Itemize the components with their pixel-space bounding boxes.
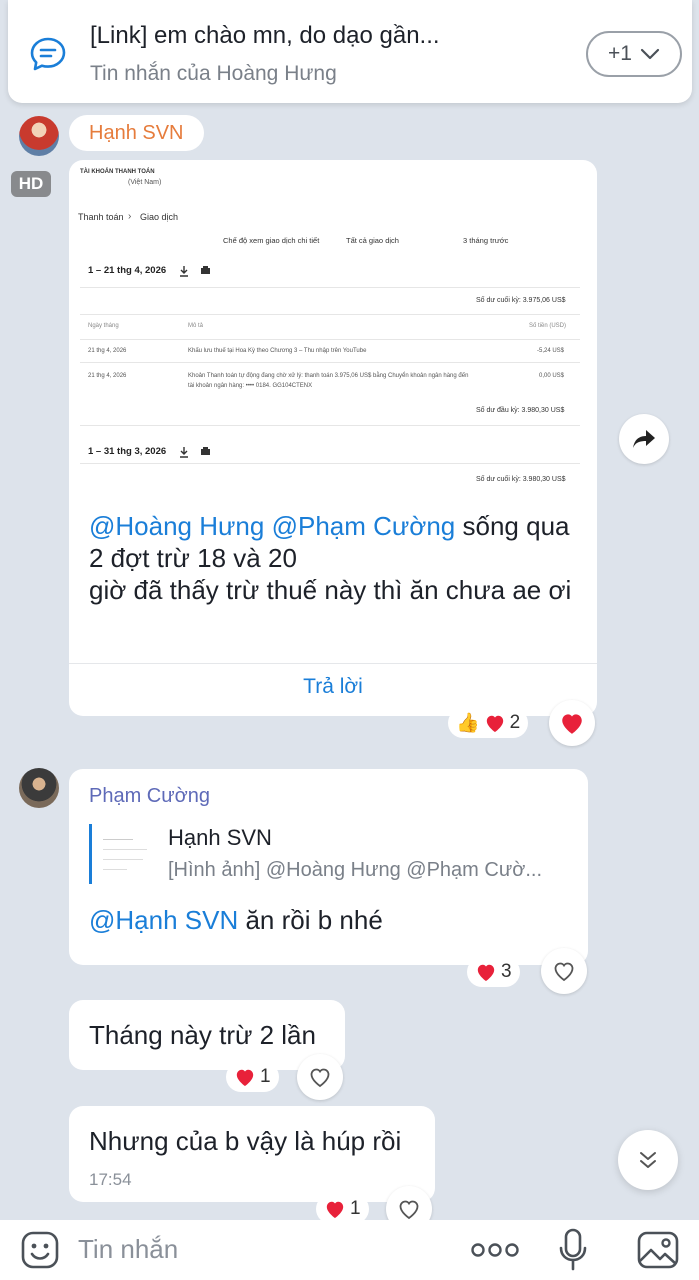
heart-icon xyxy=(486,715,503,733)
chat-bubble-icon xyxy=(30,37,66,71)
shot-filter-3: 3 tháng trước xyxy=(463,236,509,245)
reaction-count: 1 xyxy=(350,1198,361,1219)
pinned-more-button[interactable]: +1 xyxy=(586,31,682,77)
image-message-bubble[interactable]: TÀI KHOẢN THANH TOÁN (Việt Nam) Thanh to… xyxy=(69,160,597,716)
message-timestamp: 17:54 xyxy=(89,1170,132,1189)
shot-row-2-date: 21 thg 4, 2026 xyxy=(88,373,127,379)
pinned-subtitle: Tin nhắn của Hoàng Hưng xyxy=(90,62,337,85)
heart-icon xyxy=(562,714,582,734)
pinned-more-count: +1 xyxy=(608,42,632,65)
heart-icon xyxy=(236,1069,254,1087)
react-button[interactable] xyxy=(549,700,595,746)
shot-breadcrumb-sep: › xyxy=(128,211,132,222)
pinned-title: [Link] em chào mn, do dạo gần... xyxy=(90,22,440,49)
shot-closing-2: Số dư cuối kỳ: 3.980,30 US$ xyxy=(476,476,566,483)
shot-period-2: 1 – 31 thg 3, 2026 xyxy=(88,446,167,457)
shot-account-title: TÀI KHOẢN THANH TOÁN xyxy=(80,169,155,175)
react-button[interactable] xyxy=(541,948,587,994)
reaction-count: 1 xyxy=(260,1066,271,1087)
shot-col-date: Ngày tháng xyxy=(88,323,119,329)
shot-row-1-amount: -5,24 US$ xyxy=(537,348,565,354)
chevron-down-icon xyxy=(640,48,660,60)
shot-filter-2: Tất cả giao dịch xyxy=(346,236,399,245)
quote-reply-bubble[interactable]: Phạm Cường Hạnh SVN [Hình ảnh] @Hoàng Hư… xyxy=(69,769,588,965)
message-caption: @Hoàng Hưng @Phạm Cường sống qua 2 đợt t… xyxy=(89,510,589,606)
double-chevron-down-icon xyxy=(640,1152,656,1168)
shot-row-2-amount: 0,00 US$ xyxy=(539,373,565,379)
heart-outline-icon xyxy=(399,1200,419,1220)
reaction-summary[interactable]: 3 xyxy=(467,957,520,987)
message-text: Tháng này trừ 2 lần xyxy=(89,1020,316,1050)
download-print-icons xyxy=(180,266,210,277)
more-options-icon[interactable] xyxy=(470,1238,520,1262)
hd-badge: HD xyxy=(11,171,51,197)
message-input-bar: Tin nhắn xyxy=(0,1220,699,1280)
shot-account-sub: (Việt Nam) xyxy=(128,179,162,186)
shot-row-2-desc: Khoản Thanh toán tự động đang chờ xử lý:… xyxy=(188,373,469,379)
thumbs-up-icon: 👍 xyxy=(456,713,480,734)
shot-row-1-desc: Khấu lưu thuế tại Hoa Kỳ theo Chương 3 –… xyxy=(188,348,367,354)
heart-outline-icon xyxy=(310,1068,330,1088)
mention-hanh-svn[interactable]: @Hạnh SVN xyxy=(89,905,238,935)
reply-button[interactable]: Trả lời xyxy=(69,675,597,699)
shot-filter-1: Chế độ xem giao dịch chi tiết xyxy=(223,236,320,245)
avatar[interactable] xyxy=(19,116,59,156)
message-text-body: ăn rồi b nhé xyxy=(238,905,383,935)
shot-col-desc: Mô tả xyxy=(188,323,204,329)
emoji-icon[interactable] xyxy=(20,1230,60,1270)
microphone-icon[interactable] xyxy=(558,1228,588,1272)
quote-author: Hạnh SVN xyxy=(168,825,272,850)
text-message-bubble[interactable]: Nhưng của b vậy là húp rồi 17:54 xyxy=(69,1106,435,1202)
image-gallery-icon[interactable] xyxy=(636,1230,680,1270)
shot-col-amount: Số tiền (USD) xyxy=(529,323,567,329)
reaction-summary[interactable]: 👍 2 xyxy=(448,708,529,738)
share-arrow-icon xyxy=(633,430,655,448)
mention-hoang-hung[interactable]: @Hoàng Hưng xyxy=(89,511,264,541)
reaction-count: 3 xyxy=(501,961,512,982)
quote-thumbnail xyxy=(99,827,155,881)
react-button[interactable] xyxy=(297,1054,343,1100)
caption-text-2: giờ đã thấy trừ thuế này thì ăn chưa ae … xyxy=(89,575,572,605)
message-text: Nhưng của b vậy là húp rồi xyxy=(89,1126,402,1156)
sender-name: Phạm Cường xyxy=(89,785,210,807)
pinned-message-banner[interactable]: [Link] em chào mn, do dạo gần... Tin nhắ… xyxy=(8,0,692,103)
mention-pham-cuong[interactable]: @Phạm Cường xyxy=(272,511,456,541)
shot-period-1: 1 – 21 thg 4, 2026 xyxy=(88,265,167,276)
shot-opening-1: Số dư đầu kỳ: 3.980,30 US$ xyxy=(476,407,565,414)
heart-icon xyxy=(477,964,495,982)
avatar[interactable] xyxy=(19,768,59,808)
attached-screenshot-image[interactable]: TÀI KHOẢN THANH TOÁN (Việt Nam) Thanh to… xyxy=(76,167,590,501)
divider xyxy=(69,663,597,664)
heart-outline-icon xyxy=(554,962,574,982)
heart-icon xyxy=(326,1201,344,1219)
shot-row-1-date: 21 thg 4, 2026 xyxy=(88,348,127,354)
shot-row-2-desc2: tài khoản ngân hàng: •••• 0184. GG104CTE… xyxy=(188,383,313,389)
download-print-icons xyxy=(180,447,210,458)
message-input[interactable]: Tin nhắn xyxy=(78,1234,178,1265)
reaction-summary[interactable]: 1 xyxy=(226,1062,279,1092)
shot-breadcrumb-1: Thanh toán xyxy=(78,212,124,222)
shot-breadcrumb-2: Giao dịch xyxy=(140,212,179,222)
scroll-to-bottom-button[interactable] xyxy=(618,1130,678,1190)
forward-button[interactable] xyxy=(619,414,669,464)
sender-name: Hạnh SVN xyxy=(69,115,204,151)
shot-closing-1: Số dư cuối kỳ: 3.975,06 US$ xyxy=(476,297,566,304)
message-text: @Hạnh SVN ăn rồi b nhé xyxy=(89,905,383,936)
quote-bar xyxy=(89,824,92,884)
reaction-count: 2 xyxy=(509,712,521,733)
quote-preview: [Hình ảnh] @Hoàng Hưng @Phạm Cườ... xyxy=(168,859,542,881)
